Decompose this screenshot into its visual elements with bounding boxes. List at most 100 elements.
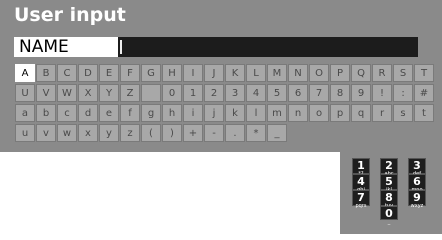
name-field-label: NAME <box>14 37 118 57</box>
key[interactable]: q <box>351 104 371 122</box>
key[interactable]: ) <box>162 124 182 142</box>
key[interactable]: j <box>204 104 224 122</box>
keypad-letters: pqrs <box>355 203 367 209</box>
keypad-digit: 1 <box>357 159 365 172</box>
key[interactable]: _ <box>267 124 287 142</box>
keypad-key: 6mno <box>408 174 426 193</box>
key[interactable]: 2 <box>204 84 224 102</box>
key[interactable]: Z <box>120 84 140 102</box>
keypad-digit: 4 <box>357 175 365 188</box>
keypad-key: 2abc <box>380 158 398 177</box>
key[interactable]: z <box>120 124 140 142</box>
key[interactable]: U <box>15 84 35 102</box>
key[interactable]: 3 <box>225 84 245 102</box>
key[interactable]: S <box>393 64 413 82</box>
numeric-keypad-legend: 1*? 2abc 3def 4ghi 5jkl 6mno 7pqrs 8tuv 9wxyz 0_ <box>348 158 438 232</box>
key[interactable]: . <box>225 124 245 142</box>
key[interactable]: - <box>204 124 224 142</box>
key[interactable]: n <box>288 104 308 122</box>
key[interactable]: b <box>36 104 56 122</box>
keypad-key: 7 pqrs <box>352 190 370 209</box>
key[interactable]: * <box>246 124 266 142</box>
key[interactable]: B <box>36 64 56 82</box>
key[interactable]: o <box>309 104 329 122</box>
key[interactable]: p <box>330 104 350 122</box>
key[interactable]: h <box>162 104 182 122</box>
key[interactable]: x <box>78 124 98 142</box>
key[interactable]: A <box>15 64 35 82</box>
keypad-key: 1*? <box>352 158 370 177</box>
key[interactable]: K <box>225 64 245 82</box>
key-blank[interactable] <box>141 84 161 102</box>
key[interactable]: E <box>99 64 119 82</box>
key[interactable]: f <box>120 104 140 122</box>
key[interactable]: 6 <box>288 84 308 102</box>
key[interactable]: X <box>78 84 98 102</box>
key[interactable]: d <box>78 104 98 122</box>
keypad-key: 4ghi <box>352 174 370 193</box>
keypad-digit: 2 <box>385 159 393 172</box>
key[interactable]: i <box>183 104 203 122</box>
key[interactable]: 0 <box>162 84 182 102</box>
key[interactable]: W <box>57 84 77 102</box>
key[interactable]: r <box>372 104 392 122</box>
key[interactable]: Q <box>351 64 371 82</box>
key[interactable]: 8 <box>330 84 350 102</box>
key[interactable]: Y <box>99 84 119 102</box>
name-input-field[interactable] <box>118 37 418 57</box>
keypad-key: 9 wxyz <box>408 190 426 209</box>
key[interactable]: t <box>414 104 434 122</box>
key[interactable]: I <box>183 64 203 82</box>
key[interactable]: 5 <box>267 84 287 102</box>
key[interactable]: w <box>57 124 77 142</box>
key[interactable]: k <box>225 104 245 122</box>
dialog-title: User input <box>14 4 126 26</box>
keypad-digit: 6 <box>413 175 421 188</box>
key[interactable]: y <box>99 124 119 142</box>
keypad-digit: 5 <box>385 175 393 188</box>
keypad-digit: 3 <box>413 159 421 172</box>
user-input-dialog: User input NAME ABCDEFGHIJKLMNOPQRST UVWX… <box>0 0 442 234</box>
keypad-letters: _ <box>387 219 391 225</box>
key[interactable]: G <box>141 64 161 82</box>
key[interactable]: u <box>15 124 35 142</box>
key[interactable]: 9 <box>351 84 371 102</box>
keypad-letters: wxyz <box>410 203 424 209</box>
key[interactable]: s <box>393 104 413 122</box>
key[interactable]: 7 <box>309 84 329 102</box>
keypad-digit: 9 <box>413 191 421 204</box>
key[interactable]: e <box>99 104 119 122</box>
key[interactable]: M <box>267 64 287 82</box>
key[interactable]: c <box>57 104 77 122</box>
key[interactable]: C <box>57 64 77 82</box>
keypad-key: 8tuv <box>380 190 398 209</box>
key[interactable]: : <box>393 84 413 102</box>
key[interactable]: H <box>162 64 182 82</box>
key[interactable]: J <box>204 64 224 82</box>
key[interactable]: T <box>414 64 434 82</box>
keypad-digit: 8 <box>385 191 393 204</box>
key[interactable]: ! <box>372 84 392 102</box>
key[interactable]: D <box>78 64 98 82</box>
key[interactable]: 4 <box>246 84 266 102</box>
keypad-digit: 7 <box>357 191 365 204</box>
key[interactable]: ( <box>141 124 161 142</box>
key[interactable]: g <box>141 104 161 122</box>
key[interactable]: F <box>120 64 140 82</box>
keypad-key: 3def <box>408 158 426 177</box>
key[interactable]: m <box>267 104 287 122</box>
key[interactable]: P <box>330 64 350 82</box>
key[interactable]: O <box>309 64 329 82</box>
key[interactable]: V <box>36 84 56 102</box>
key[interactable]: + <box>183 124 203 142</box>
key[interactable]: l <box>246 104 266 122</box>
keypad-key: 5jkl <box>380 174 398 193</box>
key[interactable]: v <box>36 124 56 142</box>
key[interactable]: R <box>372 64 392 82</box>
key[interactable]: 1 <box>183 84 203 102</box>
key[interactable]: a <box>15 104 35 122</box>
key[interactable]: L <box>246 64 266 82</box>
keypad-key: 0 _ <box>380 206 398 225</box>
key[interactable]: N <box>288 64 308 82</box>
key[interactable]: # <box>414 84 434 102</box>
